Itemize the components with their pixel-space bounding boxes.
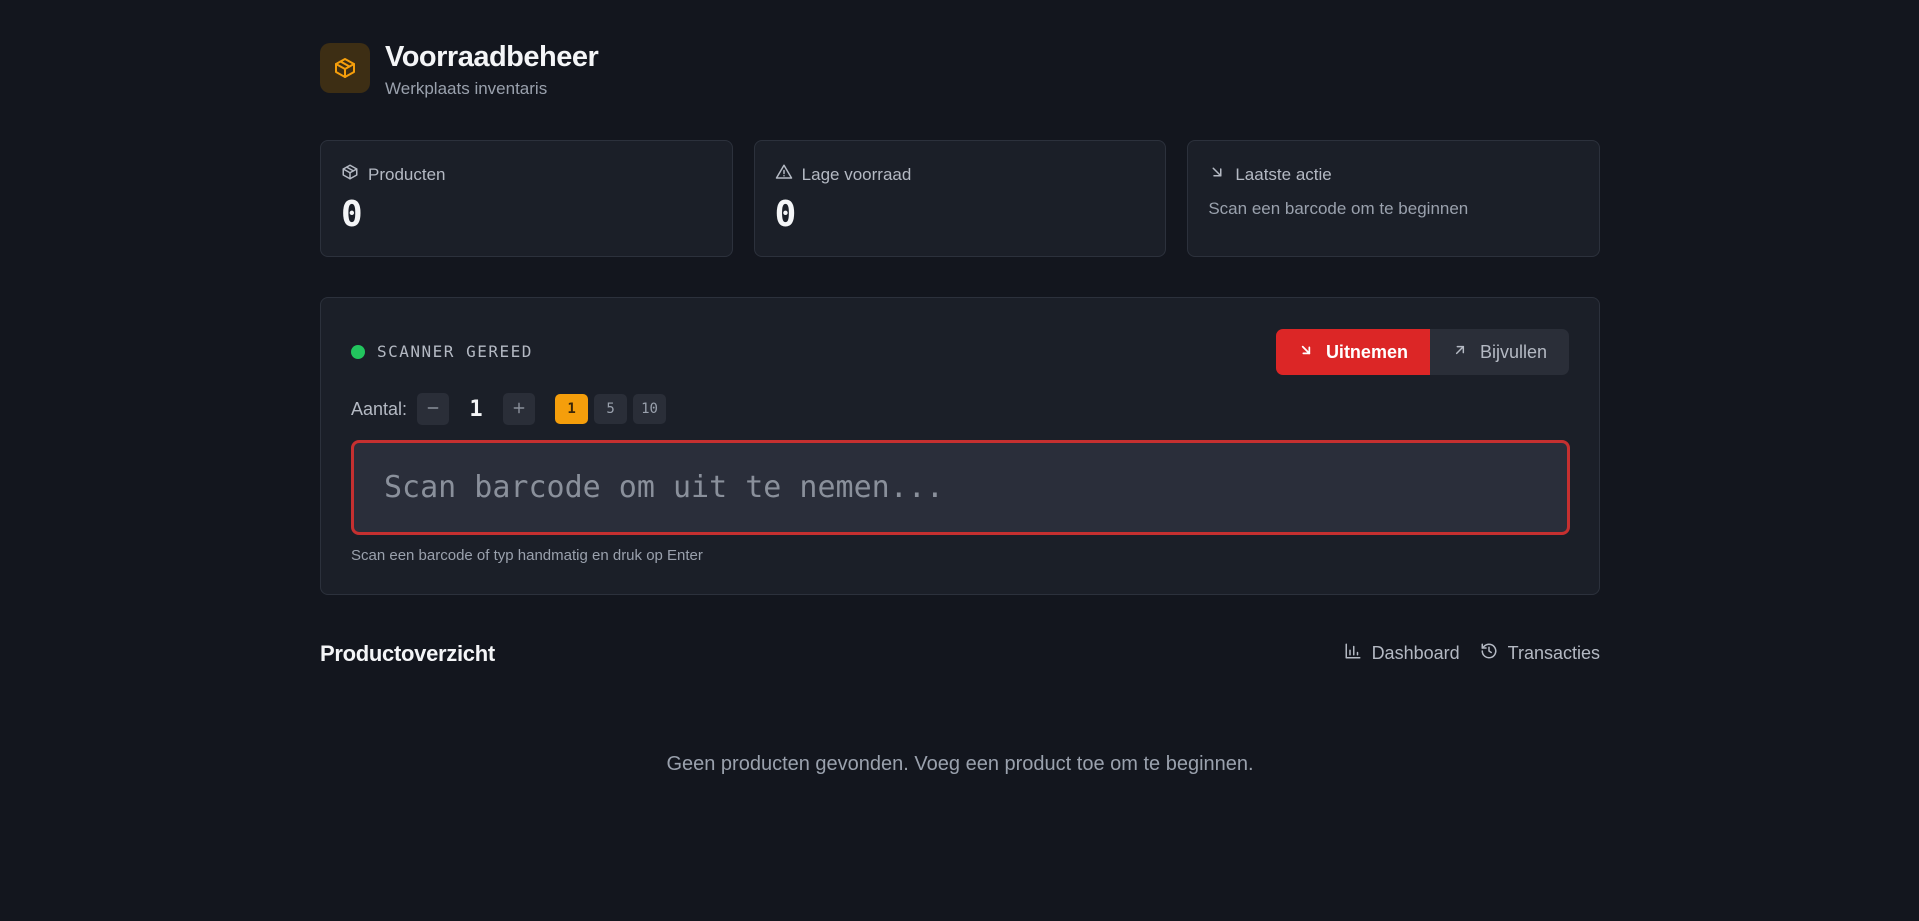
stat-card-products: Producten 0: [320, 140, 733, 257]
quantity-decrease-button[interactable]: [417, 393, 450, 425]
stat-label: Producten: [368, 164, 446, 184]
transactions-link[interactable]: Transacties: [1480, 642, 1600, 665]
scanner-status: SCANNER GEREED: [351, 342, 533, 361]
page-header: Voorraadbeheer Werkplaats inventaris: [320, 41, 599, 99]
bar-chart-icon: [1344, 642, 1362, 665]
arrow-down-right-icon: [1208, 163, 1226, 186]
scanner-hint: Scan een barcode of typ handmatig en dru…: [351, 547, 703, 564]
history-icon: [1480, 642, 1498, 665]
arrow-up-right-icon: [1452, 342, 1468, 363]
quantity-value: 1: [469, 396, 483, 422]
scanner-panel: SCANNER GEREED Uitnemen Bijvullen Aantal…: [320, 297, 1600, 595]
preset-10-button[interactable]: 10: [633, 394, 667, 424]
mode-refill-label: Bijvullen: [1479, 341, 1547, 362]
package-icon: [341, 163, 359, 186]
dashboard-link[interactable]: Dashboard: [1344, 642, 1460, 665]
stat-label: Laatste actie: [1235, 164, 1332, 184]
plus-icon: [512, 399, 526, 420]
stat-card-last-action: Laatste actie Scan een barcode om te beg…: [1187, 140, 1601, 257]
mode-remove-label: Uitnemen: [1325, 341, 1408, 362]
page-subtitle: Werkplaats inventaris: [385, 79, 548, 98]
stat-text: Scan een barcode om te beginnen: [1208, 199, 1469, 218]
quantity-label: Aantal:: [351, 398, 408, 419]
stat-label: Lage voorraad: [801, 164, 912, 184]
preset-5-button[interactable]: 5: [594, 394, 628, 424]
stat-card-low-stock: Lage voorraad 0: [753, 140, 1167, 257]
arrow-down-right-icon: [1298, 342, 1314, 363]
status-label: SCANNER GEREED: [377, 342, 533, 361]
stats-row: Producten 0 Lage voorraad 0 Laatste acti…: [320, 140, 1601, 257]
stat-value: 0: [341, 194, 363, 235]
status-dot-icon: [351, 344, 365, 359]
preset-1-button[interactable]: 1: [555, 394, 589, 424]
overview-links: Dashboard Transacties: [1344, 642, 1600, 665]
stat-value: 0: [774, 194, 797, 235]
quantity-row: Aantal: 1 1 5 10: [351, 393, 667, 425]
section-title: Productoverzicht: [320, 641, 495, 666]
barcode-input[interactable]: [351, 440, 1570, 535]
mode-refill-button[interactable]: Bijvullen: [1429, 329, 1569, 375]
mode-remove-button[interactable]: Uitnemen: [1275, 329, 1430, 375]
minus-icon: [426, 399, 440, 420]
package-icon: [320, 43, 370, 93]
empty-state-message: Geen producten gevonden. Voeg een produc…: [666, 753, 1254, 775]
transactions-label: Transacties: [1507, 643, 1600, 663]
alert-triangle-icon: [775, 163, 793, 186]
quantity-increase-button[interactable]: [503, 393, 536, 425]
dashboard-label: Dashboard: [1371, 643, 1460, 663]
mode-toggle: Uitnemen Bijvullen: [1275, 329, 1569, 375]
quantity-presets: 1 5 10: [555, 394, 667, 424]
page-title: Voorraadbeheer: [385, 41, 599, 73]
